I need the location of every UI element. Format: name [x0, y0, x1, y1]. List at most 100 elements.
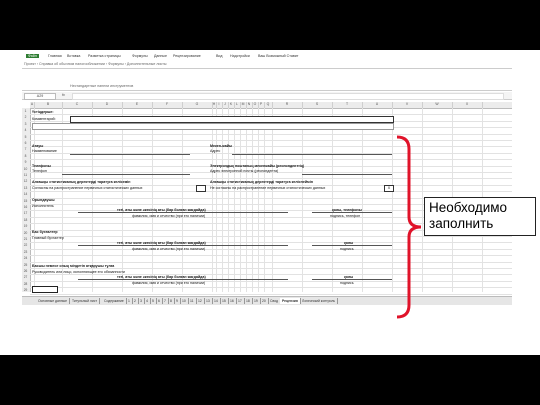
refuse-checkbox[interactable]: X: [384, 185, 394, 192]
comment-label: Комментарий:: [32, 117, 56, 121]
grid-hline: [30, 261, 512, 263]
head-fio-kz: тегі, аты және әкесінің аты (бар болған …: [117, 275, 206, 279]
callout-line-1: Необходимо: [429, 200, 508, 215]
phone-ru: Телефон: [32, 169, 47, 173]
toolbar-caption: Нестандартные панели инструментов: [70, 84, 134, 88]
grid-vline: [246, 108, 247, 292]
consent-ru: Согласны на распространение первичных ст…: [32, 186, 143, 190]
executor-sign-line[interactable]: [312, 212, 392, 213]
consent-checkbox[interactable]: [196, 185, 206, 192]
head-kz: Басшы немесе оның міндетін атқарушы тұлғ…: [32, 264, 115, 268]
grid-vline: [212, 108, 213, 292]
executor-kz: Орындаушы: [32, 198, 55, 202]
grid-hline: [30, 236, 512, 237]
name-kz: Атауы: [32, 144, 44, 148]
chief-acc-fio-line[interactable]: [78, 245, 288, 246]
grid-vline: [228, 108, 229, 292]
grid-vline: [240, 108, 241, 292]
tab-custom[interactable]: Ваш Возможный Ставит: [258, 54, 298, 58]
name-ru: Наименование: [32, 149, 57, 153]
grid-hline: [30, 114, 512, 115]
address-kz: Мекен-жайы: [210, 144, 233, 148]
name-field[interactable]: [70, 154, 190, 155]
sheet-tab[interactable]: Рецензия: [280, 298, 301, 304]
sheet-tab[interactable]: Содержание: [102, 298, 127, 304]
executor-fio-kz: тегі, аты және әкесінің аты (бар болған …: [117, 208, 206, 212]
grid-vline: [302, 108, 303, 292]
tab-view[interactable]: Вид: [216, 54, 223, 58]
excel-screenshot: Файл Главная Вставка Разметка страницы Ф…: [0, 50, 540, 355]
callout-box: Необходимо заполнить: [424, 197, 536, 236]
formula-input[interactable]: [72, 93, 504, 100]
chief-acc-sign-line[interactable]: [312, 245, 392, 246]
head-ru: Руководитель или лицо, исполняющее его о…: [32, 270, 125, 274]
tab-insert[interactable]: Вставка: [67, 54, 80, 58]
grid-hline: [30, 248, 512, 250]
tab-page-layout[interactable]: Разметка страницы: [88, 54, 121, 58]
grid-vline: [392, 108, 393, 292]
head-sign-ru: подпись: [340, 281, 354, 285]
approver-label: Үстіңдерше:: [32, 110, 54, 114]
chief-acc-kz: Бас бухгалтер: [32, 230, 58, 234]
tab-addins[interactable]: Надстройки: [230, 54, 250, 58]
tab-home[interactable]: Главная: [48, 54, 62, 58]
sheet-tab[interactable]: Титульный лист: [70, 298, 101, 304]
grid-vline: [216, 108, 217, 292]
chief-acc-ru: Главный бухгалтер: [32, 236, 64, 240]
tab-data[interactable]: Данные: [154, 54, 167, 58]
head-sign-kz: қолы: [344, 275, 354, 279]
grid-vline: [332, 108, 333, 292]
grid-hline: [30, 133, 512, 135]
comment-field[interactable]: [70, 116, 394, 123]
refuse-ru: Не согласны на распространение первичных…: [210, 186, 326, 190]
tab-review[interactable]: Рецензирование: [173, 54, 201, 58]
grid-vline: [152, 108, 153, 292]
selected-cell[interactable]: [32, 286, 58, 293]
grid-hline: [30, 280, 512, 282]
grid-hline: [30, 146, 512, 147]
grid-vline: [122, 108, 123, 292]
consent-kz: Алғашқы статистикалық деректерді таратуғ…: [32, 180, 131, 184]
grid-vline: [258, 108, 259, 292]
grid-vline: [362, 108, 363, 292]
grid-vline: [272, 108, 273, 292]
phone-kz: Телефоны: [32, 164, 51, 168]
head-sign-line[interactable]: [312, 279, 392, 280]
email-ru: Адрес электронной почты (респондента): [210, 169, 279, 173]
grid-hline: [30, 178, 512, 179]
file-tab[interactable]: Файл: [26, 54, 39, 58]
tab-formulas[interactable]: Формулы: [132, 54, 148, 58]
email-field[interactable]: [302, 174, 392, 175]
chief-acc-fio-ru: фамилия, имя и отчество (при его наличии…: [132, 247, 206, 251]
grid-hline: [30, 140, 512, 141]
executor-sign-kz: қолы, телефоны: [332, 208, 362, 212]
fx-icon[interactable]: fx: [62, 93, 65, 97]
formula-bar: A29 fx: [22, 92, 512, 100]
grid-hline: [30, 268, 512, 269]
email-kz: Электрондық поштаның мекенжайы (респонде…: [210, 164, 305, 168]
sheet-tabs-bar: Основные данные Титульный лист Содержание 1…: [22, 296, 512, 305]
address-ru: Адрес: [210, 149, 221, 153]
sheet-tab[interactable]: Основные данные: [36, 298, 70, 304]
chief-acc-fio-kz: тегі, аты және әкесінің аты (бар болған …: [117, 241, 206, 245]
red-bracket-path: [396, 135, 422, 319]
red-bracket: [396, 135, 422, 319]
comment-field-2[interactable]: [32, 123, 394, 130]
grid-vline: [234, 108, 235, 292]
refuse-kz: Алғашқы статистикалық деректерді таратуғ…: [210, 180, 313, 184]
grid-vline: [222, 108, 223, 292]
grid-hline: [30, 274, 512, 275]
grid-hline: [30, 159, 512, 160]
ribbon-tabs: Файл Главная Вставка Разметка страницы Ф…: [22, 50, 512, 61]
address-field[interactable]: [232, 154, 392, 155]
grid-vline: [252, 108, 253, 292]
executor-fio-line[interactable]: [78, 212, 288, 213]
grid-hline: [30, 255, 512, 256]
phone-field[interactable]: [62, 174, 190, 175]
grid-hline: [30, 287, 512, 288]
head-fio-line[interactable]: [78, 279, 288, 280]
executor-ru: Исполнитель: [32, 204, 54, 208]
grid-hline: [30, 191, 512, 192]
sheet-tab[interactable]: Логический контроль: [300, 298, 339, 304]
name-box[interactable]: A29: [24, 93, 56, 100]
